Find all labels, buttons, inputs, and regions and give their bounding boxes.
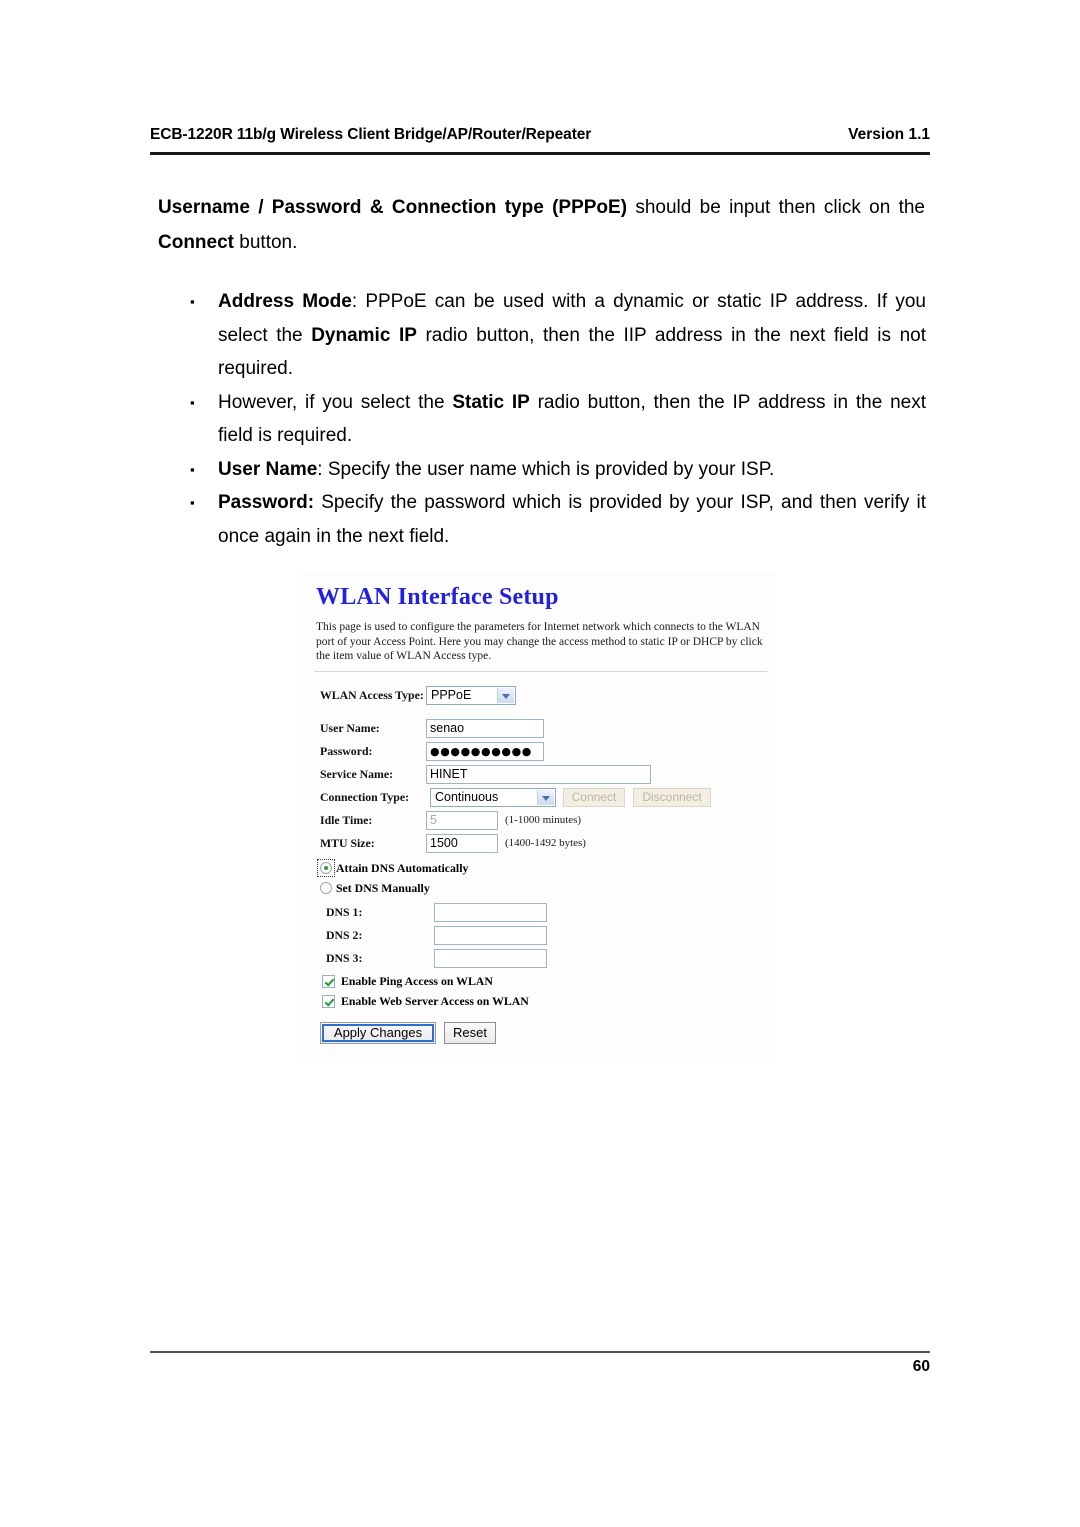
bullet-marker-icon: ▪ — [190, 394, 195, 410]
connection-type-label: Connection Type: — [320, 790, 410, 804]
checkmark-icon[interactable] — [322, 975, 335, 988]
row-service-name: Service Name: HINET — [300, 765, 777, 787]
dns-2-label: DNS 2: — [326, 928, 363, 942]
mtu-size-input[interactable]: 1500 — [426, 834, 498, 853]
password-label: Password: — [320, 744, 373, 758]
idle-time-label: Idle Time: — [320, 813, 373, 827]
footer-divider — [150, 1351, 930, 1353]
page-header: ECB-1220R 11b/g Wireless Client Bridge/A… — [150, 126, 930, 155]
row-mtu-size: MTU Size: 1500 (1400-1492 bytes) — [300, 834, 777, 856]
panel-divider — [314, 671, 767, 672]
panel-title: WLAN Interface Setup — [316, 584, 559, 610]
connection-type-select[interactable]: Continuous — [430, 788, 556, 807]
list-item: ▪ Address Mode: PPPoE can be used with a… — [186, 285, 926, 386]
chevron-down-icon[interactable] — [497, 688, 514, 703]
wlan-access-type-select[interactable]: PPPoE — [426, 686, 516, 705]
dns-3-label: DNS 3: — [326, 951, 363, 965]
radio-label: Set DNS Manually — [336, 881, 430, 895]
page-number: 60 — [912, 1358, 930, 1375]
panel-description: This page is used to configure the param… — [316, 621, 763, 662]
wlan-access-type-value: PPPoE — [431, 688, 472, 702]
mtu-size-label: MTU Size: — [320, 836, 375, 850]
user-name-input[interactable]: senao — [426, 719, 544, 738]
dns-1-label: DNS 1: — [326, 905, 363, 919]
reset-button[interactable]: Reset — [444, 1022, 496, 1044]
checkbox-label: Enable Ping Access on WLAN — [341, 974, 493, 988]
user-name-label: User Name: — [320, 721, 380, 735]
apply-changes-button[interactable]: Apply Changes — [320, 1022, 436, 1044]
row-dns-2: DNS 2: — [300, 926, 777, 948]
list-item-text: However, if you select the Static IP rad… — [218, 391, 926, 447]
document-title: ECB-1220R 11b/g Wireless Client Bridge/A… — [150, 126, 592, 143]
list-item-text: Password: Specify the password which is … — [218, 492, 926, 547]
document-version: Version 1.1 — [848, 126, 930, 143]
wlan-access-type-label: WLAN Access Type: — [320, 688, 424, 702]
dns-1-input[interactable] — [434, 903, 547, 922]
bullet-marker-icon: ▪ — [190, 461, 195, 477]
checkbox-label: Enable Web Server Access on WLAN — [341, 994, 529, 1008]
password-input[interactable]: ●●●●●●●●●● — [426, 742, 544, 761]
idle-time-input[interactable]: 5 — [426, 811, 498, 830]
chevron-down-icon[interactable] — [537, 790, 554, 805]
radio-button-icon[interactable] — [320, 882, 332, 894]
list-item: ▪ Password: Specify the password which i… — [186, 486, 926, 553]
connect-button[interactable]: Connect — [563, 788, 625, 807]
mtu-size-hint: (1400-1492 bytes) — [505, 837, 586, 849]
checkmark-icon[interactable] — [322, 995, 335, 1008]
row-wlan-access-type: WLAN Access Type: PPPoE — [300, 686, 777, 708]
idle-time-hint: (1-1000 minutes) — [505, 814, 582, 826]
disconnect-button[interactable]: Disconnect — [633, 788, 711, 807]
row-password: Password: ●●●●●●●●●● — [300, 742, 777, 764]
focus-outline — [317, 859, 335, 877]
connection-type-value: Continuous — [435, 790, 499, 804]
list-item-text: User Name: Specify the user name which i… — [218, 458, 775, 480]
row-dns-1: DNS 1: — [300, 903, 777, 925]
row-dns-3: DNS 3: — [300, 949, 777, 971]
service-name-label: Service Name: — [320, 767, 394, 781]
list-item: ▪ User Name: Specify the user name which… — [186, 453, 926, 487]
dns-2-input[interactable] — [434, 926, 547, 945]
bullet-marker-icon: ▪ — [190, 495, 195, 510]
dns-3-input[interactable] — [434, 949, 547, 968]
row-connection-type: Connection Type: Continuous Connect Disc… — [300, 788, 777, 810]
row-user-name: User Name: senao — [300, 719, 777, 741]
list-item-text: Address Mode: PPPoE can be used with a d… — [218, 291, 926, 379]
list-item: ▪ However, if you select the Static IP r… — [186, 386, 926, 453]
intro-paragraph: Username / Password & Connection type (P… — [158, 197, 926, 253]
bullet-marker-icon: ▪ — [190, 294, 195, 309]
row-idle-time: Idle Time: 5 (1-1000 minutes) — [300, 811, 777, 833]
bullet-list: ▪ Address Mode: PPPoE can be used with a… — [186, 285, 926, 553]
radio-label: Attain DNS Automatically — [336, 861, 469, 875]
service-name-input[interactable]: HINET — [426, 765, 651, 784]
wlan-interface-setup-panel: WLAN Interface Setup This page is used t… — [300, 572, 777, 1064]
